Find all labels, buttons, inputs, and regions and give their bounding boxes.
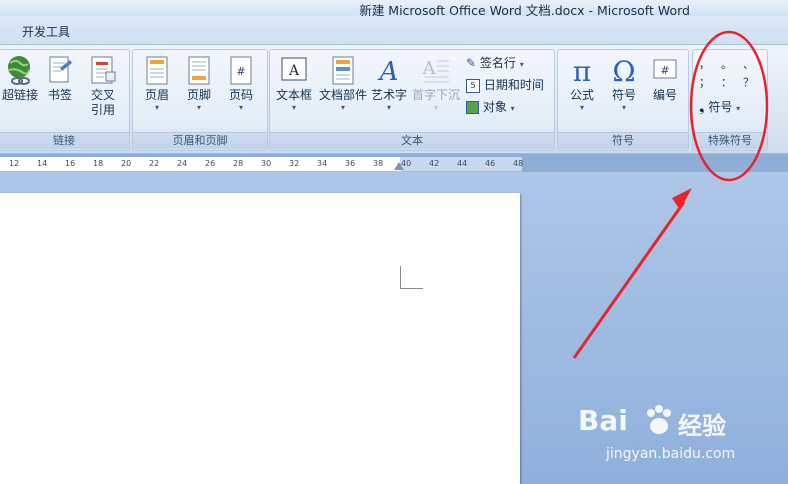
watermark-brand-suffix: 经验 [678,412,726,440]
annotation-arrow [572,201,686,359]
paw-icon [647,405,671,434]
annotation-circle [689,30,769,182]
baidu-watermark: Bai 经验 jingyan.baidu.com [578,404,778,474]
watermark-brand: Bai [578,404,628,437]
watermark-url: jingyan.baidu.com [606,446,736,462]
